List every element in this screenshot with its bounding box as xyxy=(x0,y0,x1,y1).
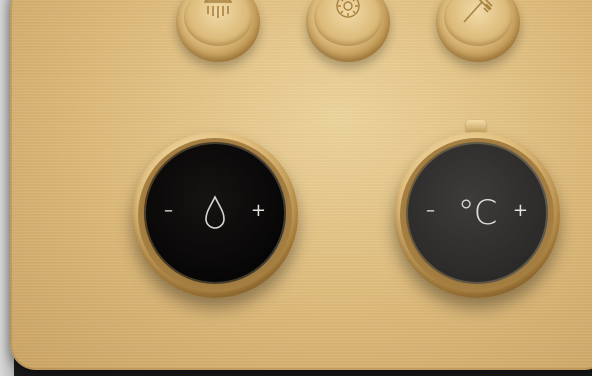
celsius-unit-label: °C xyxy=(457,193,498,233)
hand-shower-icon xyxy=(463,0,493,23)
water-drop-icon xyxy=(205,195,225,229)
flow-control-knob[interactable]: – + xyxy=(132,132,298,298)
rain-shower-icon xyxy=(204,0,232,18)
round-shower-icon xyxy=(336,0,360,18)
temperature-control-knob[interactable]: – °C + xyxy=(394,132,560,298)
flow-decrease-label[interactable]: – xyxy=(164,202,173,220)
temperature-increase-label[interactable]: + xyxy=(513,202,528,220)
temperature-display: – °C + xyxy=(406,142,548,284)
flow-increase-label[interactable]: + xyxy=(251,202,266,220)
flow-display: – + xyxy=(144,142,286,284)
temperature-decrease-label[interactable]: – xyxy=(426,202,435,220)
